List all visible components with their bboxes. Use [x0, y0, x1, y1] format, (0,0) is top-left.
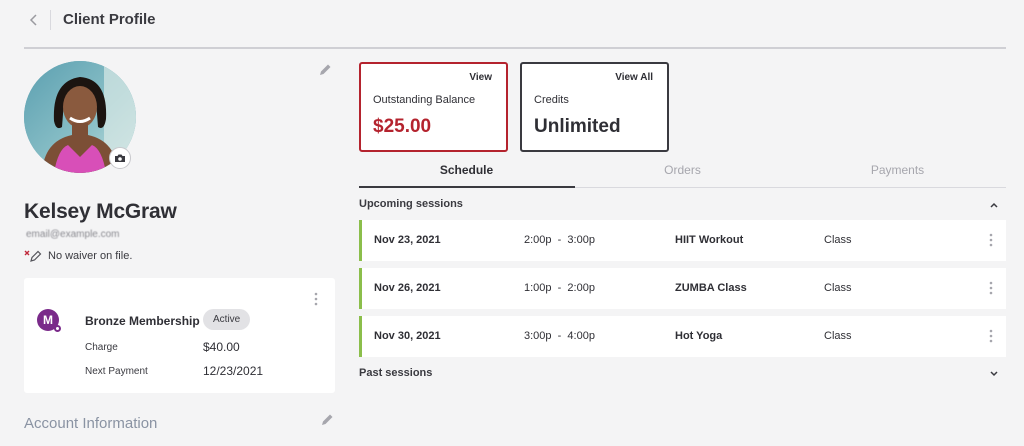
session-row[interactable]: Nov 30, 2021 3:00p - 4:00p Hot Yoga Clas…	[359, 316, 1006, 357]
status-badge: Active	[203, 309, 251, 330]
chevron-up-icon	[990, 202, 998, 208]
session-date: Nov 23, 2021	[374, 234, 441, 246]
waiver-text: No waiver on file.	[48, 250, 133, 262]
next-payment-value: 12/23/2021	[203, 364, 264, 378]
active-tab-indicator	[359, 186, 575, 188]
session-name: HIIT Workout	[675, 234, 744, 246]
outstanding-balance-card[interactable]: View Outstanding Balance $25.00	[359, 62, 508, 152]
header-rule	[24, 47, 1006, 49]
edit-profile-button[interactable]	[318, 63, 334, 79]
camera-icon	[115, 154, 125, 162]
membership-name: Bronze Membership	[85, 314, 200, 328]
change-photo-button[interactable]	[109, 147, 131, 169]
past-sessions-label: Past sessions	[359, 367, 433, 379]
edit-account-button[interactable]	[320, 413, 336, 429]
tab-schedule[interactable]: Schedule	[359, 163, 574, 188]
next-payment-label: Next Payment	[85, 366, 148, 377]
back-button[interactable]	[24, 10, 44, 30]
header: Client Profile	[0, 0, 1024, 49]
past-sessions-toggle[interactable]: Past sessions	[359, 367, 1006, 379]
membership-logo: M	[37, 309, 61, 332]
balance-value: $25.00	[373, 116, 432, 137]
upcoming-sessions-toggle[interactable]: Upcoming sessions	[359, 198, 1006, 210]
tab-orders[interactable]: Orders	[575, 163, 790, 188]
avatar-container	[24, 61, 136, 173]
session-type: Class	[824, 282, 852, 294]
balance-label: Outstanding Balance	[373, 94, 476, 106]
membership-logo-letter: M	[43, 313, 53, 327]
session-time: 2:00p - 3:00p	[524, 234, 595, 246]
session-name: ZUMBA Class	[675, 282, 747, 294]
view-all-credits-link[interactable]: View All	[615, 72, 653, 83]
pencil-icon	[320, 64, 331, 75]
membership-more-button[interactable]	[311, 291, 321, 307]
session-date: Nov 26, 2021	[374, 282, 441, 294]
credits-card[interactable]: View All Credits Unlimited	[520, 62, 669, 152]
header-divider	[50, 10, 51, 30]
charge-value: $40.00	[203, 340, 240, 354]
client-email: email@example.com	[26, 229, 120, 240]
view-balance-link[interactable]: View	[469, 72, 492, 83]
membership-card: M Bronze Membership Active Charge $40.00…	[24, 278, 335, 393]
session-time: 1:00p - 2:00p	[524, 282, 595, 294]
page-title: Client Profile	[63, 11, 156, 28]
credits-value: Unlimited	[534, 116, 621, 137]
logo-dot	[54, 325, 61, 332]
session-time: 3:00p - 4:00p	[524, 330, 595, 342]
no-waiver-icon	[24, 250, 42, 262]
waiver-status: No waiver on file.	[24, 250, 132, 262]
session-name: Hot Yoga	[675, 330, 723, 342]
session-type: Class	[824, 330, 852, 342]
session-row[interactable]: Nov 23, 2021 2:00p - 3:00p HIIT Workout …	[359, 220, 1006, 261]
session-row[interactable]: Nov 26, 2021 1:00p - 2:00p ZUMBA Class C…	[359, 268, 1006, 309]
account-information-heading: Account Information	[24, 415, 158, 432]
session-type: Class	[824, 234, 852, 246]
client-name: Kelsey McGraw	[24, 200, 177, 223]
session-date: Nov 30, 2021	[374, 330, 441, 342]
more-vertical-icon[interactable]	[986, 280, 996, 296]
credits-label: Credits	[534, 94, 569, 106]
chevron-left-icon	[29, 14, 37, 26]
more-vertical-icon[interactable]	[986, 232, 996, 248]
upcoming-sessions-label: Upcoming sessions	[359, 198, 463, 210]
charge-label: Charge	[85, 342, 118, 353]
more-vertical-icon[interactable]	[986, 328, 996, 344]
chevron-down-icon	[990, 371, 998, 377]
tab-payments[interactable]: Payments	[790, 163, 1005, 188]
more-vertical-icon	[314, 292, 318, 306]
pencil-icon	[322, 414, 333, 425]
